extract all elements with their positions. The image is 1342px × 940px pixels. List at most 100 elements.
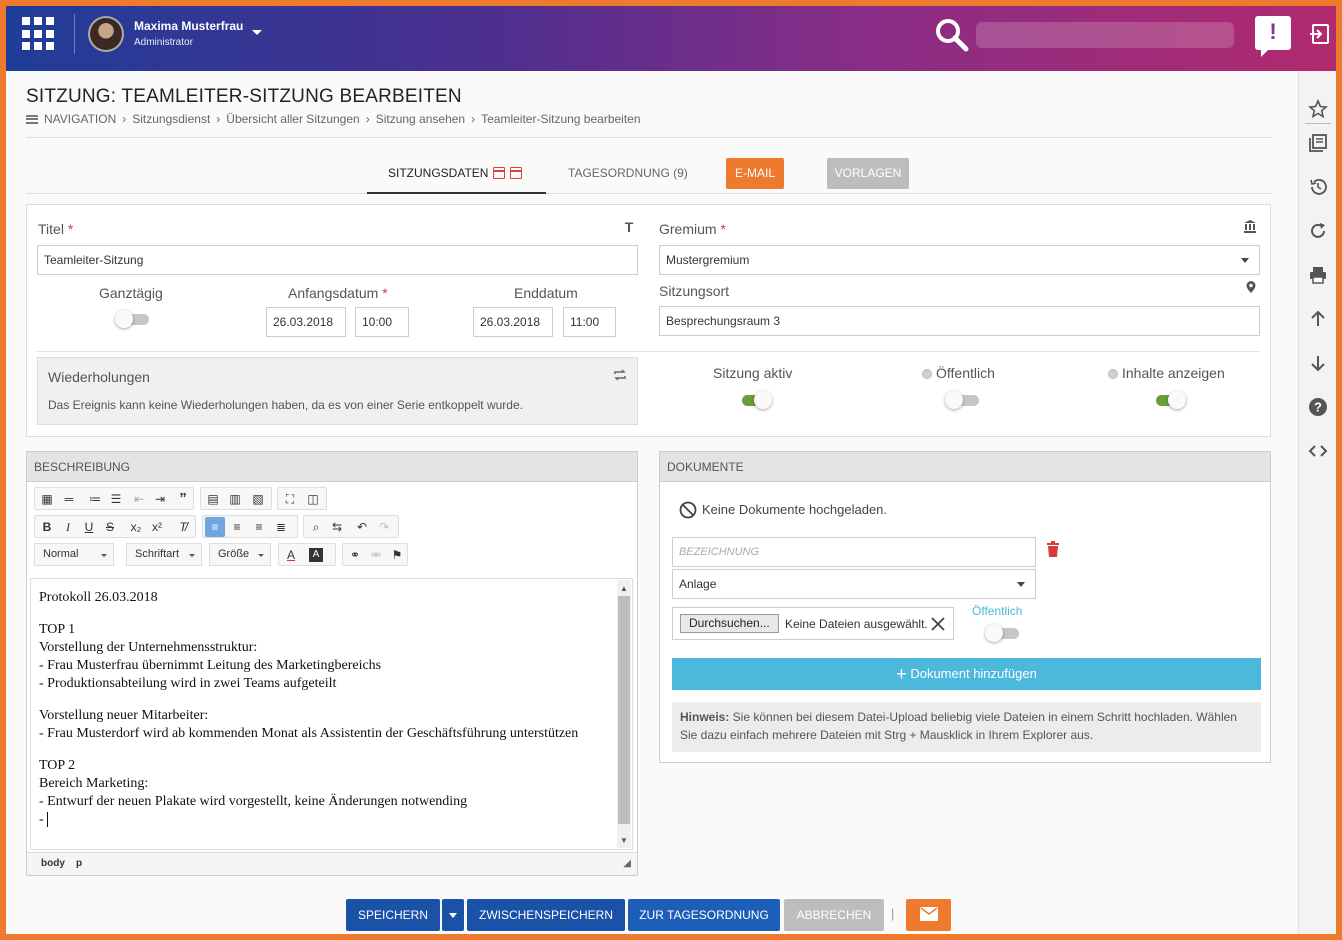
- path-element[interactable]: p: [76, 858, 82, 869]
- align-right-icon[interactable]: ≡: [249, 517, 269, 537]
- editor-scrollbar[interactable]: ▲ ▼: [617, 580, 631, 848]
- format-dropdown[interactable]: Normal: [34, 543, 114, 566]
- search-icon[interactable]: [934, 17, 970, 53]
- help-icon[interactable]: ?: [1308, 397, 1328, 417]
- path-element[interactable]: body: [41, 858, 65, 869]
- indent-icon[interactable]: ⇥: [150, 489, 170, 509]
- ganztaegig-label: Ganztägig: [99, 285, 163, 301]
- oeffentlich-toggle[interactable]: [945, 391, 979, 409]
- app-grid-icon[interactable]: [22, 17, 56, 51]
- toolbar-group: ⚭ ⚮ ⚑: [342, 543, 408, 566]
- align-justify-icon[interactable]: ≣: [271, 517, 291, 537]
- tab-tagesordnung[interactable]: TAGESORDNUNG (9): [568, 166, 688, 180]
- unlink-icon[interactable]: ⚮: [366, 545, 386, 565]
- anchor-flag-icon[interactable]: ⚑: [387, 545, 407, 565]
- align-center-icon[interactable]: ≡: [227, 517, 247, 537]
- zwischenspeichern-button[interactable]: ZWISCHENSPEICHERN: [467, 899, 625, 931]
- align-left-icon[interactable]: ≡: [205, 517, 225, 537]
- clear-icon[interactable]: [931, 617, 945, 631]
- enddatum-date-input[interactable]: 26.03.2018: [473, 307, 553, 337]
- paste-text-icon[interactable]: ▥: [225, 489, 245, 509]
- notification-icon[interactable]: !: [1255, 16, 1291, 57]
- user-role: Administrator: [134, 37, 193, 48]
- history-icon[interactable]: [1308, 177, 1328, 197]
- bold-icon[interactable]: B: [37, 517, 57, 537]
- replace-icon[interactable]: ⇆: [327, 517, 347, 537]
- ordered-list-icon[interactable]: ≔: [85, 489, 105, 509]
- save-button[interactable]: SPEICHERN: [346, 899, 440, 931]
- vorlagen-button[interactable]: VORLAGEN: [827, 158, 909, 189]
- chevron-down-icon[interactable]: [252, 30, 262, 35]
- table-icon[interactable]: ▦: [37, 489, 57, 509]
- arrow-up-icon[interactable]: [1308, 309, 1328, 329]
- size-dropdown[interactable]: Größe: [209, 543, 271, 566]
- arrow-down-icon[interactable]: [1308, 353, 1328, 373]
- bezeichnung-input[interactable]: BEZEICHNUNG: [672, 537, 1036, 567]
- add-document-button[interactable]: + Dokument hinzufügen: [672, 658, 1261, 690]
- menu-icon[interactable]: [26, 114, 38, 124]
- library-icon[interactable]: [1308, 133, 1328, 153]
- email-send-button[interactable]: [906, 899, 951, 931]
- save-dropdown-button[interactable]: [442, 899, 464, 931]
- enddatum-time-input[interactable]: 11:00: [563, 307, 616, 337]
- caret-down-icon: [1017, 582, 1025, 587]
- document-public-toggle[interactable]: [985, 624, 1019, 642]
- print-icon[interactable]: [1308, 265, 1328, 285]
- breadcrumb-item[interactable]: Sitzung ansehen: [376, 112, 465, 126]
- tab-sitzungsdaten[interactable]: SITZUNGSDATEN: [388, 166, 523, 180]
- blockquote-icon[interactable]: ”: [173, 489, 193, 509]
- text-cursor: [47, 812, 52, 827]
- breadcrumb-item[interactable]: NAVIGATION: [44, 112, 116, 126]
- breadcrumb-item[interactable]: Übersicht aller Sitzungen: [226, 112, 359, 126]
- user-name[interactable]: Maxima Musterfrau: [134, 19, 243, 33]
- resize-handle-icon[interactable]: ◢: [623, 853, 631, 875]
- logout-icon[interactable]: [1308, 22, 1332, 46]
- star-icon[interactable]: [1308, 99, 1328, 119]
- titel-input[interactable]: Teamleiter-Sitzung: [37, 245, 638, 275]
- enddatum-label: Enddatum: [514, 285, 578, 301]
- code-icon[interactable]: [1308, 441, 1328, 461]
- breadcrumb-item[interactable]: Sitzungsdienst: [132, 112, 210, 126]
- email-button[interactable]: E-MAIL: [726, 158, 784, 189]
- strikethrough-icon[interactable]: S: [100, 517, 120, 537]
- find-icon[interactable]: ⌕: [306, 517, 326, 537]
- inhalte-anzeigen-toggle[interactable]: [1152, 391, 1186, 409]
- avatar[interactable]: [88, 16, 124, 52]
- file-input: Durchsuchen... Keine Dateien ausgewählt.: [672, 607, 954, 640]
- bullet-list-icon[interactable]: ☰: [106, 489, 126, 509]
- paste-icon[interactable]: ▤: [203, 489, 223, 509]
- undo-icon[interactable]: ↶: [352, 517, 372, 537]
- sitzungsort-input[interactable]: Besprechungsraum 3: [659, 306, 1260, 336]
- ganztaegig-toggle[interactable]: [115, 310, 149, 328]
- search-input[interactable]: [976, 22, 1234, 48]
- underline-icon[interactable]: U: [79, 517, 99, 537]
- cancel-button[interactable]: ABBRECHEN: [784, 899, 884, 931]
- link-icon[interactable]: ⚭: [345, 545, 365, 565]
- document-type-select[interactable]: Anlage: [672, 569, 1036, 599]
- redo-icon[interactable]: ↷: [374, 517, 394, 537]
- breadcrumb-separator: ›: [216, 112, 221, 126]
- sitzung-aktiv-toggle[interactable]: [738, 391, 772, 409]
- outdent-icon[interactable]: ⇤: [129, 489, 149, 509]
- superscript-icon[interactable]: x²: [147, 517, 167, 537]
- editor-path-bar: body p ◢: [27, 852, 637, 875]
- paste-word-icon[interactable]: ▧: [248, 489, 268, 509]
- clear-format-icon[interactable]: T̸: [173, 517, 193, 537]
- source-icon[interactable]: ◫: [303, 489, 323, 509]
- trash-icon[interactable]: [1046, 541, 1060, 557]
- horizontal-rule-icon[interactable]: ═: [59, 489, 79, 509]
- maximize-icon[interactable]: ⛶: [280, 489, 300, 509]
- text-color-icon[interactable]: A: [281, 545, 301, 565]
- anfangsdatum-time-input[interactable]: 10:00: [355, 307, 409, 337]
- subscript-icon[interactable]: x₂: [126, 517, 146, 537]
- italic-icon[interactable]: I: [58, 517, 78, 537]
- anfangsdatum-date-input[interactable]: 26.03.2018: [266, 307, 346, 337]
- background-color-icon[interactable]: A: [309, 548, 323, 562]
- toolbar-group: ≡ ≡ ≡ ≣: [202, 515, 298, 538]
- browse-button[interactable]: Durchsuchen...: [680, 614, 779, 633]
- gremium-select[interactable]: Mustergremium: [659, 245, 1260, 275]
- zur-tagesordnung-button[interactable]: ZUR TAGESORDNUNG: [628, 899, 780, 931]
- beschreibung-editor[interactable]: Protokoll 26.03.2018 TOP 1 Vorstellung d…: [30, 578, 633, 850]
- font-dropdown[interactable]: Schriftart: [126, 543, 202, 566]
- refresh-icon[interactable]: [1308, 221, 1328, 241]
